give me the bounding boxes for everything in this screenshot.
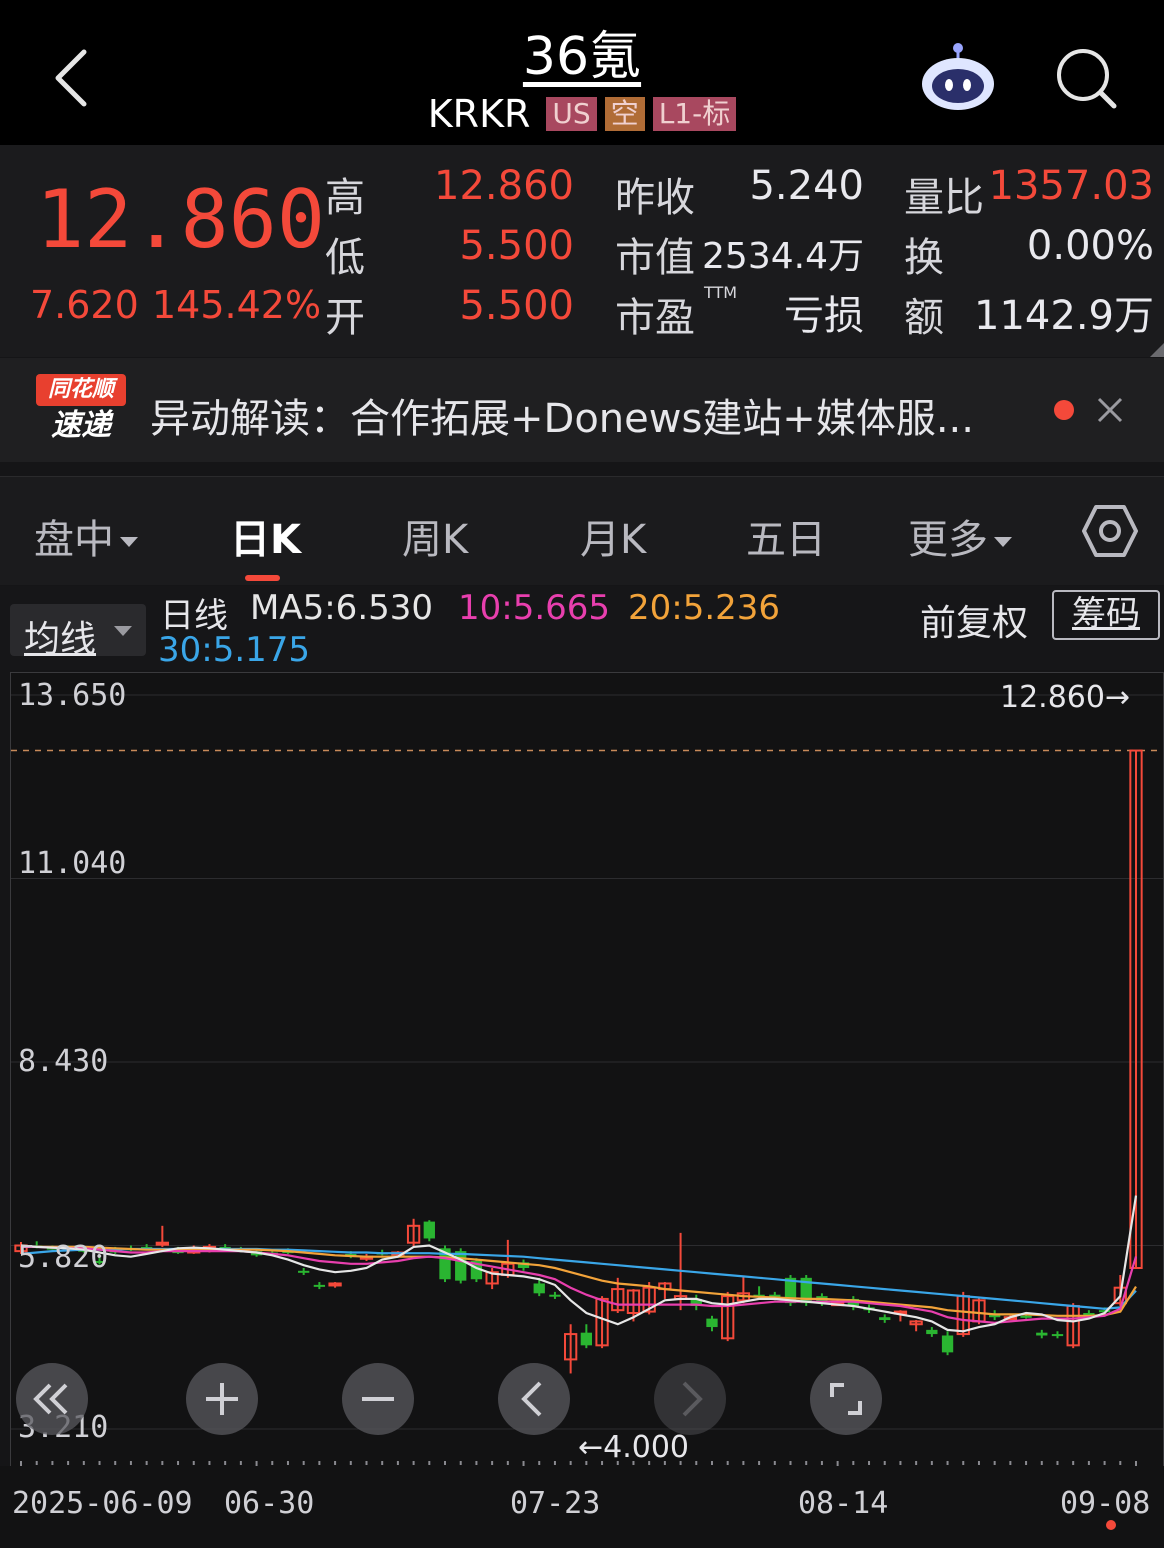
zoom-out-button[interactable] — [342, 1363, 414, 1435]
robot-assistant-icon[interactable] — [918, 40, 998, 112]
pe-label: 市盈 — [615, 295, 695, 341]
turnover-value: 0.00% — [1026, 223, 1154, 269]
caret-down-icon — [114, 626, 132, 636]
caret-down-icon — [120, 537, 138, 547]
low-price-marker: ←4.000 — [578, 1430, 690, 1465]
candle-down — [580, 1332, 593, 1346]
unread-dot-icon — [1054, 400, 1074, 420]
candle-down — [533, 1283, 545, 1294]
indicator-legend: 均线 日线 MA5:6.530 10:5.665 20:5.236 30:5.1… — [0, 586, 1164, 670]
tab-weekly-k[interactable]: 周K — [402, 507, 468, 565]
candle-down — [706, 1318, 718, 1328]
scroll-right-button[interactable] — [654, 1363, 726, 1435]
pe-ttm-sup: TTM — [704, 283, 738, 302]
top-bar: 36氪 KRKR US 空 L1-标 — [0, 0, 1164, 145]
x-tick-label: 06-30 — [224, 1486, 315, 1521]
amount-label: 额 — [904, 295, 944, 341]
ma10-value: 10:5.665 — [458, 588, 611, 628]
tab-intraday[interactable]: 盘中 — [34, 507, 138, 565]
settings-hexagon-icon[interactable] — [1082, 503, 1138, 559]
prev-close-label: 昨收 — [615, 175, 695, 221]
adjust-mode[interactable]: 前复权 — [920, 594, 1028, 646]
chip-distribution-button[interactable]: 筹码 — [1052, 590, 1160, 640]
high-label: 高 — [325, 175, 365, 221]
price-change-pct: 145.42% — [152, 283, 322, 327]
ma5-value: MA5:6.530 — [250, 588, 434, 628]
y-tick-label: 13.650 — [18, 678, 127, 713]
x-tick-label: 07-23 — [510, 1486, 601, 1521]
current-day-dot — [1106, 1520, 1116, 1530]
tab-daily-k[interactable]: 日K — [230, 507, 301, 565]
kline-chart[interactable] — [10, 672, 1164, 1470]
tab-monthly-k[interactable]: 月K — [580, 507, 646, 565]
mkt-cap-value: 2534.4万 — [702, 236, 864, 277]
candle-up — [328, 1282, 342, 1287]
x-tick-label: 2025-06-09 — [12, 1486, 193, 1521]
high-value: 12.860 — [434, 163, 574, 209]
candle-down — [1020, 1315, 1032, 1318]
rewind-button[interactable] — [16, 1363, 88, 1435]
y-tick-label: 5.820 — [18, 1240, 109, 1275]
double-chevron-left-icon — [33, 1383, 68, 1415]
market-tag: US — [546, 97, 597, 131]
candle-down — [879, 1317, 891, 1321]
candle-down — [549, 1294, 561, 1297]
low-label: 低 — [325, 235, 365, 281]
open-label: 开 — [325, 295, 365, 341]
x-tick-label: 08-14 — [798, 1486, 889, 1521]
open-value: 5.500 — [459, 283, 574, 329]
short-tag: 空 — [604, 97, 645, 131]
candle-down — [298, 1270, 310, 1273]
y-tick-label: 8.430 — [18, 1044, 109, 1079]
caret-down-icon — [994, 537, 1012, 547]
y-tick-label: 11.040 — [18, 846, 127, 881]
news-banner[interactable]: 同花顺 速递 异动解读：合作拓展+Donews建站+媒体服... — [0, 358, 1164, 462]
ma20-value: 20:5.236 — [628, 588, 781, 628]
turnover-label: 换 — [904, 235, 944, 281]
zoom-in-button[interactable] — [186, 1363, 258, 1435]
ticker-symbol: KRKR — [427, 92, 531, 136]
tonghuashun-express-logo: 同花顺 速递 — [36, 374, 126, 450]
kline-svg[interactable] — [11, 673, 1163, 1469]
indicator-selector[interactable]: 均线 — [10, 604, 146, 660]
tab-five-day[interactable]: 五日 — [746, 507, 826, 565]
candle-down — [926, 1329, 938, 1335]
scroll-left-button[interactable] — [498, 1363, 570, 1435]
last-price: 12.860 — [36, 173, 325, 266]
fullscreen-icon — [830, 1383, 862, 1415]
candle-down — [423, 1221, 435, 1239]
candle-down — [1051, 1334, 1064, 1337]
price-change: 7.620 — [30, 283, 139, 327]
vol-ratio-label: 量比 — [904, 175, 984, 221]
amount-value: 1142.9万 — [974, 293, 1154, 339]
minus-icon — [362, 1397, 394, 1401]
pe-value: 亏损 — [784, 293, 864, 339]
expand-corner-icon[interactable] — [1150, 343, 1164, 357]
close-icon[interactable] — [1096, 396, 1124, 424]
level-tag: L1-标 — [652, 97, 737, 131]
chevron-right-icon — [682, 1381, 703, 1417]
candle-down — [941, 1335, 954, 1353]
x-tick-label: 09-08 — [1060, 1486, 1151, 1521]
search-icon[interactable] — [1054, 46, 1118, 110]
prev-close-value: 5.240 — [749, 163, 864, 209]
last-price-marker: 12.860→ — [1000, 680, 1131, 715]
chart-period-tabs: 盘中 日K 周K 月K 五日 更多 — [0, 476, 1164, 585]
active-tab-indicator — [245, 575, 280, 581]
vol-ratio-value: 1357.03 — [988, 163, 1154, 209]
low-value: 5.500 — [459, 223, 574, 269]
tab-more[interactable]: 更多 — [908, 507, 1012, 565]
candle-down — [455, 1251, 467, 1281]
candle-down — [1036, 1332, 1048, 1336]
candle-down — [313, 1284, 326, 1287]
fullscreen-button[interactable] — [810, 1363, 882, 1435]
ma30-value: 30:5.175 — [158, 630, 311, 670]
quote-panel: 12.860 7.620 145.42% 高 12.860 低 5.500 开 … — [0, 145, 1164, 357]
candle-up — [155, 1241, 169, 1246]
plus-icon — [206, 1383, 238, 1415]
news-headline[interactable]: 异动解读：合作拓展+Donews建站+媒体服... — [150, 386, 1030, 444]
mkt-cap-label: 市值 — [615, 235, 695, 281]
chevron-left-icon — [521, 1381, 542, 1417]
